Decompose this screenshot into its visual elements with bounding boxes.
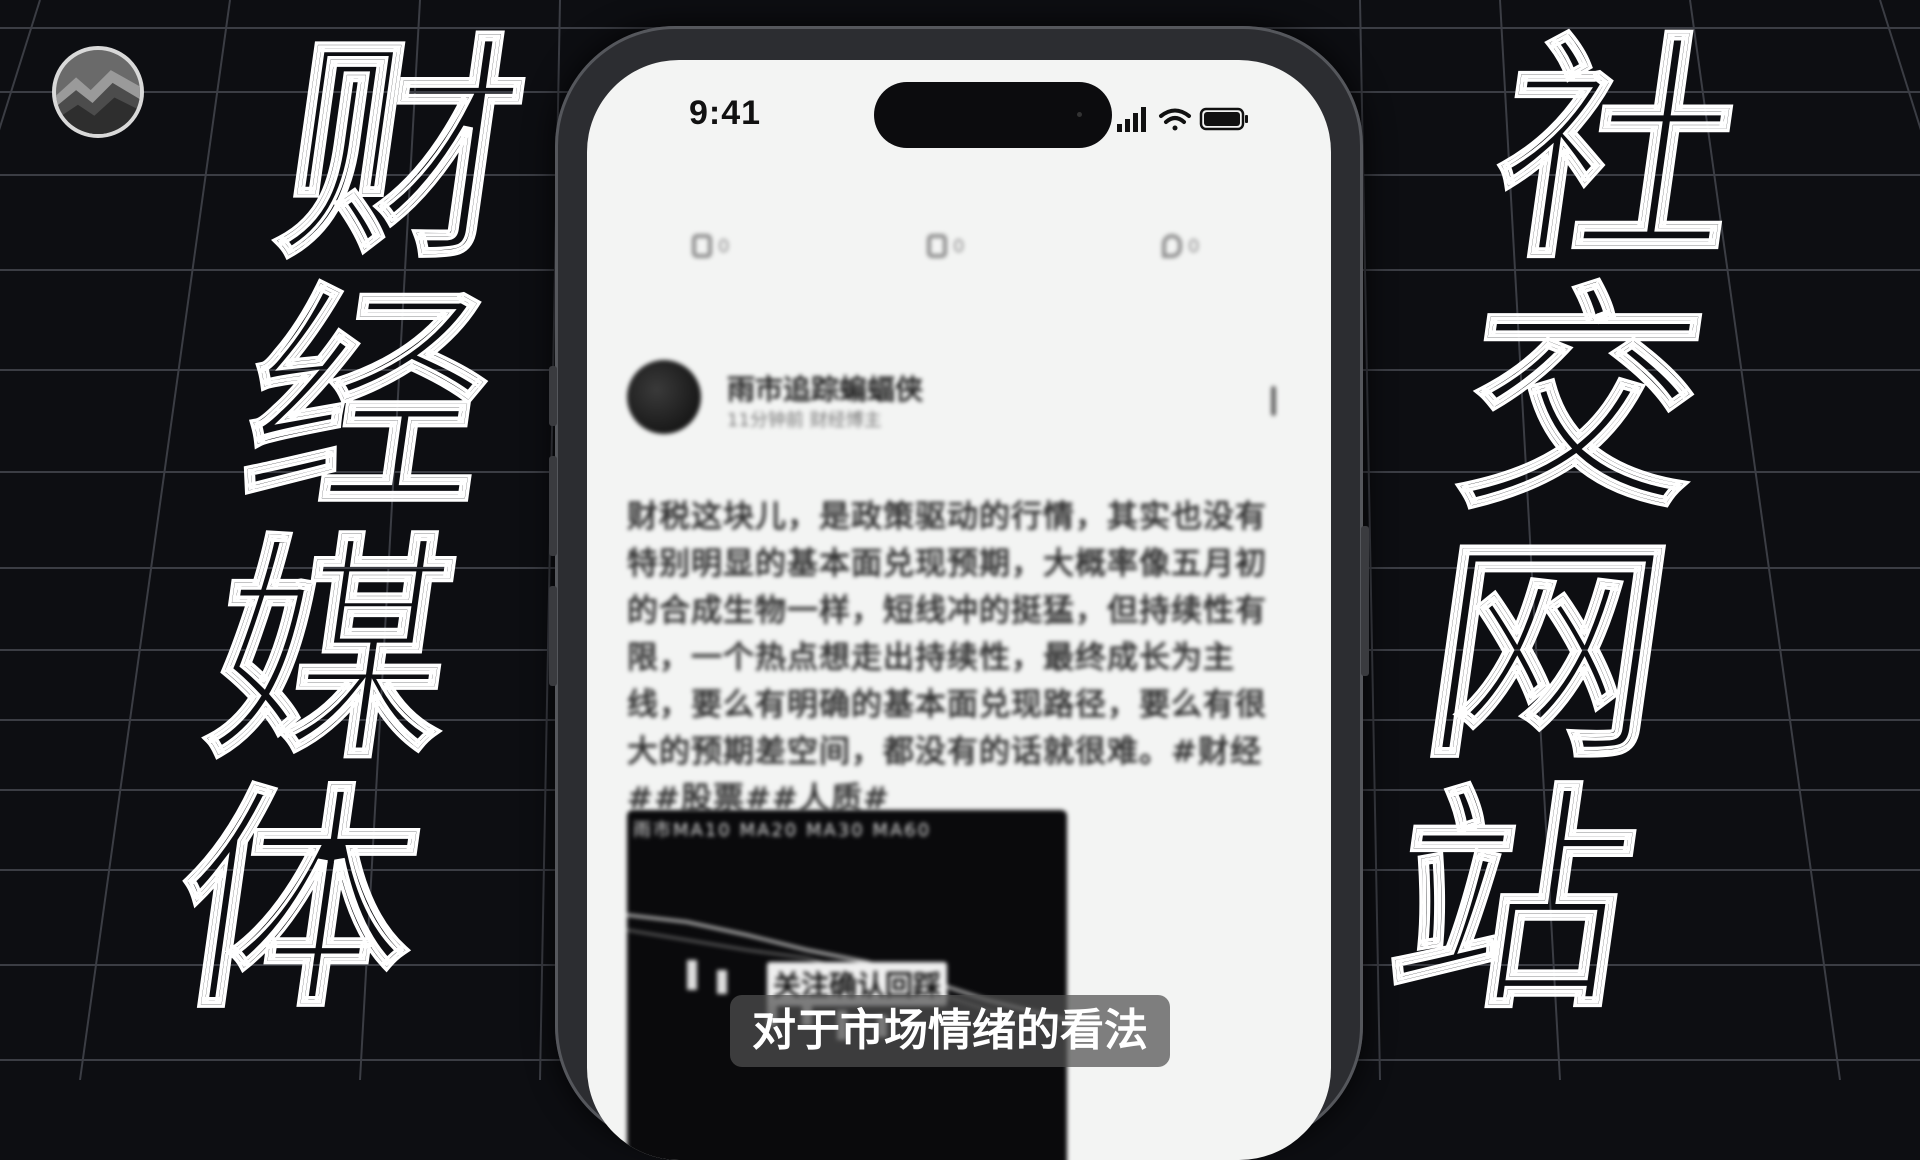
- post-author[interactable]: 雨市追踪蝙蝠侠: [727, 368, 923, 408]
- title-left-char: 媒: [193, 513, 471, 792]
- title-right-char: 网: [1408, 513, 1686, 792]
- wifi-icon: [1159, 108, 1191, 131]
- phone-mockup: 9:41 0 0 0 雨市追踪蝙蝠侠 11分钟前 财经博主 财税这块儿，是政策驱…: [549, 26, 1369, 1160]
- tab-count: 0: [718, 235, 730, 257]
- title-left-char: 财: [264, 13, 542, 292]
- zigzag-logo-icon: [56, 70, 140, 134]
- dynamic-island: [874, 82, 1112, 148]
- channel-logo: [52, 46, 144, 138]
- post-body-text: 财税这块儿，是政策驱动的行情，其实也没有特别明显的基本面兑现预期，大概率像五月初…: [627, 499, 1267, 817]
- status-time: 9:41: [689, 94, 762, 132]
- post-meta: 11分钟前 财经博主: [727, 410, 882, 431]
- title-left-char: 经: [229, 263, 507, 542]
- camera-icon: [1077, 112, 1082, 117]
- tab-count: 0: [953, 235, 965, 257]
- post-image-stock-chart[interactable]: 雨市MA10 MA20 MA30 MA60 关注确认回踩: [627, 810, 1067, 1160]
- video-subtitle: 对于市场情绪的看法: [730, 995, 1170, 1067]
- avatar[interactable]: [627, 360, 701, 434]
- title-left-char: 体: [158, 763, 436, 1042]
- phone-side-button: [549, 586, 557, 686]
- phone-side-button: [549, 366, 557, 426]
- signal-icon: [1117, 107, 1146, 132]
- tab-repost[interactable]: 0: [927, 228, 964, 264]
- title-right-char: 交: [1444, 263, 1722, 542]
- chart-indicator-header: 雨市MA10 MA20 MA30 MA60: [633, 820, 932, 841]
- battery-icon: [1199, 107, 1248, 131]
- title-right-char: 站: [1373, 763, 1651, 1042]
- phone-side-button: [549, 456, 557, 556]
- post-action-tabs: 0 0 0: [587, 228, 1331, 268]
- comment-icon: [692, 234, 712, 258]
- tab-comment[interactable]: 0: [692, 228, 729, 264]
- tab-count: 0: [1188, 235, 1200, 257]
- more-options-icon[interactable]: [1271, 386, 1276, 416]
- phone-side-button: [1361, 526, 1369, 676]
- heart-icon: [1162, 234, 1182, 258]
- repost-icon: [927, 234, 947, 258]
- status-icons: [1117, 107, 1248, 132]
- title-right-char: 社: [1479, 13, 1757, 292]
- tab-like[interactable]: 0: [1162, 228, 1199, 264]
